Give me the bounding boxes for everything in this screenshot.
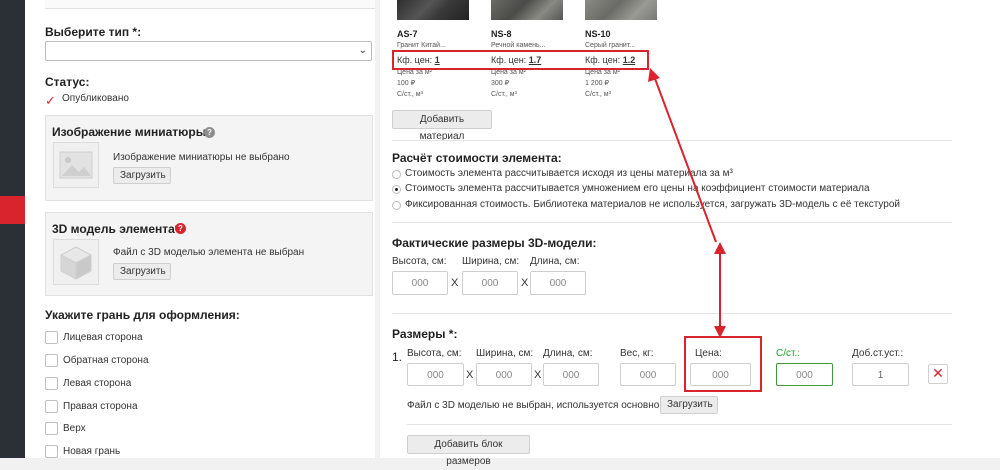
size-weight-label: Вес, кг:: [620, 348, 654, 359]
times-sign: X: [521, 277, 529, 289]
actual-width-label: Ширина, см:: [462, 256, 520, 267]
cost-option-radio[interactable]: [392, 170, 401, 179]
admin-sidebar: [0, 0, 25, 458]
size-dob-label: Доб.ст.уст.:: [852, 348, 904, 359]
delete-size-row-button[interactable]: ✕: [928, 364, 948, 384]
price-highlight-annotation: [684, 336, 762, 392]
size-height-input[interactable]: 000: [407, 363, 464, 386]
actual-length-input[interactable]: 000: [530, 271, 586, 295]
material-price-label: Цена за м²: [491, 69, 526, 76]
material-desc: Речной камень...: [491, 42, 546, 49]
actual-height-input[interactable]: 000: [392, 271, 448, 295]
material-image[interactable]: [397, 0, 469, 20]
size-weight-input[interactable]: 000: [620, 363, 676, 386]
add-material-button[interactable]: Добавить материал: [392, 110, 492, 142]
help-icon[interactable]: ?: [204, 127, 215, 138]
face-checkbox[interactable]: [45, 354, 58, 367]
material-desc: Серый гранит...: [585, 42, 636, 49]
model-preview: [53, 239, 99, 285]
times-sign: X: [534, 369, 542, 381]
faces-title: Укажите грань для оформления:: [45, 308, 240, 322]
previous-field: [45, 0, 375, 9]
actual-sizes-title: Фактические размеры 3D-модели:: [392, 236, 597, 250]
material-image[interactable]: [585, 0, 657, 20]
type-label: Выберите тип *:: [45, 25, 142, 39]
size-upload-button[interactable]: Загрузить: [660, 396, 718, 414]
face-label: Левая сторона: [63, 378, 132, 389]
thumbnail-empty-text: Изображение миниатюры не выбрано: [113, 152, 290, 163]
material-unit-link[interactable]: С/ст., м³: [585, 91, 611, 98]
size-dob-input[interactable]: 1: [852, 363, 909, 386]
coef-highlight-annotation: [392, 50, 649, 70]
face-label: Новая грань: [63, 446, 121, 457]
size-row-number: 1.: [392, 350, 403, 364]
cost-option-label: Стоимость элемента рассчитывается умноже…: [405, 183, 870, 194]
material-desc: Гранит Китай...: [397, 42, 446, 49]
help-icon[interactable]: ?: [175, 223, 186, 234]
material-price-label: Цена за м²: [397, 69, 432, 76]
chevron-down-icon: ⌄: [358, 45, 367, 56]
divider: [407, 424, 952, 425]
size-file-note: Файл с 3D моделью не выбран, используетс…: [407, 400, 665, 411]
size-length-label: Длина, см:: [543, 348, 593, 359]
thumbnail-upload-button[interactable]: Загрузить: [113, 167, 171, 184]
face-label: Обратная сторона: [63, 355, 149, 366]
thumbnail-preview: [53, 142, 99, 188]
size-length-input[interactable]: 000: [543, 363, 599, 386]
actual-width-input[interactable]: 000: [462, 271, 518, 295]
cost-title: Расчёт стоимости элемента:: [392, 151, 562, 165]
image-placeholder-icon: [59, 151, 93, 179]
material-unit-link[interactable]: С/ст., м³: [491, 91, 517, 98]
material-code: NS-8: [491, 29, 512, 39]
size-width-label: Ширина, см:: [476, 348, 534, 359]
times-sign: X: [466, 369, 474, 381]
size-cst-label: С/ст.:: [776, 348, 801, 359]
material-price: 100 ₽: [397, 80, 416, 87]
cost-option-radio[interactable]: [392, 185, 401, 194]
face-checkbox[interactable]: [45, 331, 58, 344]
face-label: Лицевая сторона: [63, 332, 143, 343]
close-icon: ✕: [932, 365, 944, 381]
size-width-input[interactable]: 000: [476, 363, 532, 386]
thumbnail-title: Изображение миниатюры:: [52, 125, 210, 139]
face-checkbox[interactable]: [45, 400, 58, 413]
model-title: 3D модель элемента*:: [52, 222, 184, 236]
model-upload-button[interactable]: Загрузить: [113, 263, 171, 280]
face-checkbox[interactable]: [45, 377, 58, 390]
times-sign: X: [451, 277, 459, 289]
actual-length-label: Длина, см:: [530, 256, 580, 267]
material-code: NS-10: [585, 29, 611, 39]
material-unit-link[interactable]: С/ст., м³: [397, 91, 423, 98]
face-checkbox[interactable]: [45, 445, 58, 458]
checkmark-icon: ✓: [45, 93, 56, 108]
actual-height-label: Высота, см:: [392, 256, 447, 267]
size-height-label: Высота, см:: [407, 348, 462, 359]
material-price-label: Цена за м²: [585, 69, 620, 76]
material-image[interactable]: [491, 0, 563, 20]
cost-option-radio[interactable]: [392, 201, 401, 210]
size-cst-input[interactable]: 000: [776, 363, 833, 386]
face-checkbox[interactable]: [45, 422, 58, 435]
published-checkbox[interactable]: ✓: [45, 92, 59, 107]
cube-icon: [59, 246, 93, 280]
active-nav-marker: [0, 196, 25, 224]
annotation-arrow: [648, 68, 726, 338]
published-label: Опубликовано: [62, 93, 129, 104]
face-label: Верх: [63, 423, 86, 434]
type-select[interactable]: ⌄: [45, 41, 372, 61]
material-code: AS-7: [397, 29, 418, 39]
add-size-block-button[interactable]: Добавить блок размеров: [407, 435, 530, 467]
face-label: Правая сторона: [63, 401, 138, 412]
material-price: 300 ₽: [491, 80, 510, 87]
model-empty-text: Файл с 3D моделью элемента не выбран: [113, 247, 305, 258]
status-label: Статус:: [45, 75, 90, 89]
material-price: 1 200 ₽: [585, 80, 609, 87]
sizes-title: Размеры *:: [392, 327, 458, 341]
